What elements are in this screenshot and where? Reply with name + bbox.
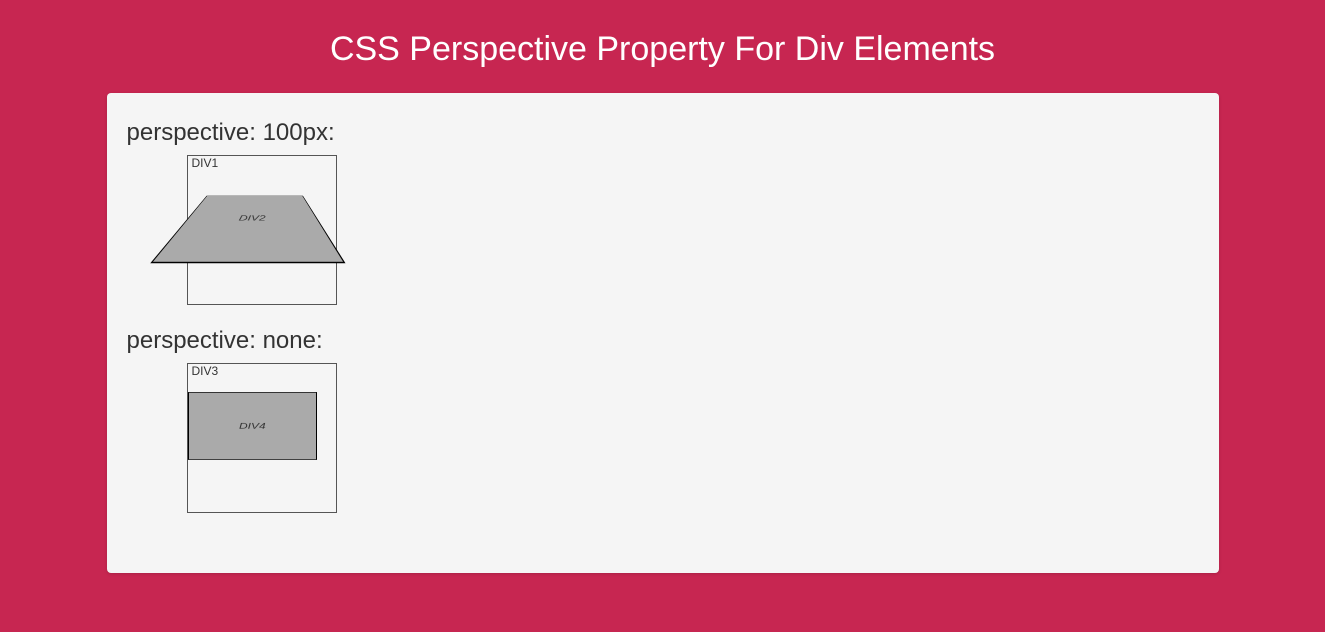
div3-label: DIV3 <box>188 362 223 380</box>
div4-transformed-box: DIV4 <box>188 392 317 460</box>
code-demo-panel: perspective: 100px: DIV1 DIV2 perspectiv… <box>107 93 1219 573</box>
div3-no-perspective-container: DIV3 DIV4 <box>187 363 337 513</box>
example1-label: perspective: 100px: <box>127 119 1199 147</box>
div4-label: DIV4 <box>239 421 266 431</box>
div1-label: DIV1 <box>188 154 223 172</box>
example2-label: perspective: none: <box>127 327 1199 355</box>
div2-transformed-box: DIV2 <box>149 196 344 264</box>
page-title: CSS Perspective Property For Div Element… <box>0 0 1325 93</box>
div1-perspective-container: DIV1 DIV2 <box>187 155 337 305</box>
div2-label: DIV2 <box>237 214 265 223</box>
